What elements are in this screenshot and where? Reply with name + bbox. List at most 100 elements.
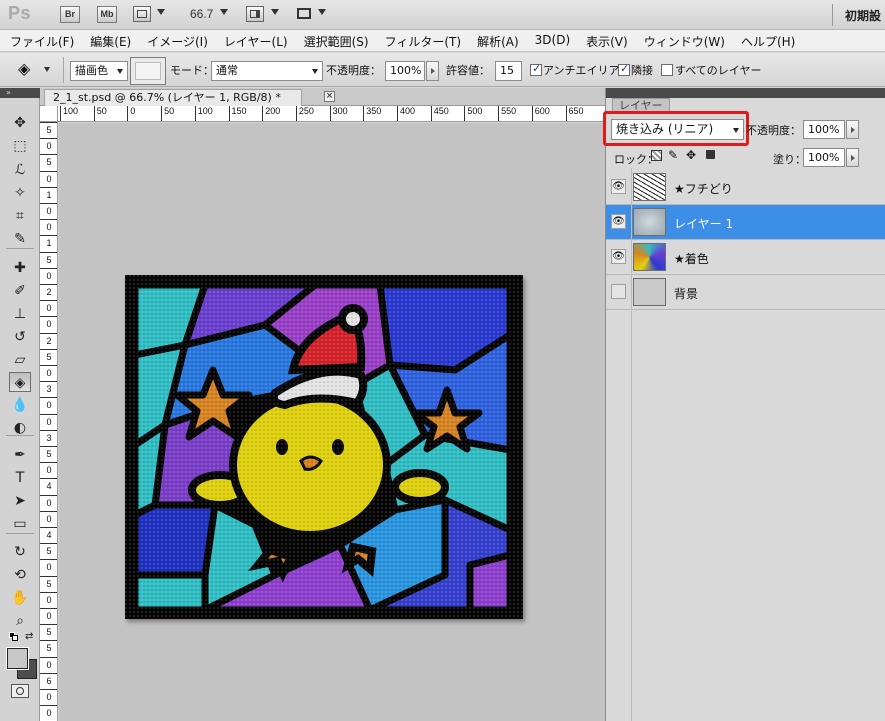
ruler-origin[interactable] [40,106,58,122]
foreground-color-swatch[interactable] [6,647,29,670]
layer-row-layer-1[interactable]: 👁 レイヤー 1 [606,205,885,240]
ruler-tick-label: 4 [40,478,57,494]
layer-opacity-input[interactable]: 100% [803,120,845,139]
swap-colors-icon[interactable]: ⇄ [25,631,33,642]
pattern-picker[interactable] [130,57,166,85]
type-tool[interactable]: T [9,468,31,488]
opacity-slider-toggle[interactable] [426,61,439,81]
antialias-checkbox[interactable] [530,62,542,76]
contiguous-checkbox[interactable] [618,62,630,76]
layer-thumbnail [633,208,666,236]
move-tool[interactable]: ✥ [9,113,31,133]
zoom-tool[interactable]: ⌕ [9,611,31,631]
lock-position-icon[interactable]: ✥ [686,148,696,162]
menu-select[interactable]: 選択範囲(S) [304,30,369,51]
all-layers-checkbox[interactable] [661,64,673,76]
blend-mode-highlight [603,111,749,146]
menu-file[interactable]: ファイル(F) [10,30,74,51]
lasso-tool[interactable]: ℒ [9,160,31,180]
eye-icon[interactable]: 👁 [611,249,626,264]
horizontal-ruler[interactable]: 100 50 0 50 100 150 200 250 300 350 400 450 500 550 60… [58,106,605,122]
fill-label: 塗り： [773,153,806,166]
workspace-switcher[interactable]: 初期設 [845,7,881,24]
pen-tool[interactable]: ✒ [9,445,31,465]
close-icon[interactable]: × [324,91,335,102]
3d-orbit-tool[interactable]: ⟲ [9,565,31,585]
screen-mode-dropdown-icon[interactable] [318,9,326,15]
3d-rotate-tool[interactable]: ↻ [9,542,31,562]
ruler-tick-label: 0 [40,413,57,430]
view-extras-button[interactable] [133,6,151,22]
quick-mask-button[interactable] [11,684,29,698]
paint-bucket-tool[interactable]: ◈ [9,372,31,392]
eyedropper-tool[interactable]: ✎ [9,229,31,249]
hand-tool[interactable]: ✋ [9,588,31,608]
fill-input[interactable]: 100% [803,148,845,167]
marquee-tool[interactable]: ⬚ [9,136,31,156]
fill-slider-toggle[interactable] [846,148,859,167]
menu-image[interactable]: イメージ(I) [147,30,208,51]
screen-mode-icon [297,8,311,19]
layer-name: ★フチどり [674,182,733,196]
lock-transparency-icon[interactable] [651,150,662,161]
tool-preset-picker[interactable]: ◈ [16,59,56,81]
mode-select[interactable]: 通常 [211,61,323,81]
menu-view[interactable]: 表示(V) [586,30,628,51]
menu-3d[interactable]: 3D(D) [535,30,570,51]
brush-tool[interactable]: ✐ [9,281,31,301]
eraser-tool[interactable]: ▱ [9,350,31,370]
ruler-tick-label: 500 [464,106,482,121]
shape-tool[interactable]: ▭ [9,514,31,534]
ruler-tick-label: 5 [40,154,57,170]
document-tab[interactable]: 2_1_st.psd @ 66.7% (レイヤー 1, RGB/8) * [44,89,302,106]
eye-icon[interactable]: 👁 [611,214,626,229]
history-brush-tool[interactable]: ↺ [9,327,31,347]
arrange-documents-button[interactable] [246,6,264,22]
grid-icon [137,10,147,18]
photoshop-logo: Ps [8,3,32,23]
default-colors-icon[interactable] [9,632,19,642]
lock-pixels-icon[interactable]: ✎ [668,148,678,162]
menu-analysis[interactable]: 解析(A) [477,30,519,51]
menu-edit[interactable]: 編集(E) [90,30,131,51]
opacity-input[interactable]: 100% [385,61,425,81]
panel-grip[interactable] [606,88,885,98]
crop-tool[interactable]: ⌗ [9,206,31,226]
tolerance-input[interactable]: 15 [495,61,522,81]
clone-stamp-tool[interactable]: ⊥ [9,304,31,324]
quick-mask-icon [16,687,24,695]
tools-panel-grip[interactable]: » [0,88,40,98]
lock-all-icon[interactable] [706,150,715,159]
layer-row-background[interactable]: 背景 [606,275,885,310]
eye-icon[interactable]: 👁 [611,179,626,194]
artwork-canvas[interactable] [125,275,523,619]
menu-layer[interactable]: レイヤー(L) [224,30,288,51]
ruler-tick-label: 5 [40,348,57,365]
healing-brush-tool[interactable]: ✚ [9,258,31,278]
layer-row-coloring[interactable]: 👁 ★着色 [606,240,885,275]
menu-help[interactable]: ヘルプ(H) [741,30,795,51]
path-select-tool[interactable]: ➤ [9,491,31,511]
layer-opacity-slider-toggle[interactable] [846,120,859,139]
ruler-tick-label: 0 [127,106,135,121]
vertical-ruler[interactable]: 5050100150200250300350400450500550600 [40,122,58,721]
zoom-level[interactable]: 66.7 [190,7,213,21]
quick-select-tool[interactable]: ✧ [9,183,31,203]
ruler-tick-label: 100 [60,106,78,121]
chevron-down-icon[interactable] [157,9,165,15]
ruler-tick-label: 5 [40,251,57,268]
zoom-dropdown-icon[interactable] [220,9,228,15]
menu-window[interactable]: ウィンドウ(W) [644,30,725,51]
screen-mode-button[interactable] [295,6,313,22]
visibility-toggle[interactable] [611,284,626,299]
mini-bridge-button[interactable]: Mb [97,6,117,23]
options-divider [63,57,64,83]
menu-filter[interactable]: フィルター(T) [385,30,461,51]
ruler-tick-label: 0 [40,138,57,154]
ruler-tick-label: 450 [430,106,449,121]
blur-tool[interactable]: 💧 [9,395,31,415]
bridge-button[interactable]: Br [60,6,80,23]
layer-row-outline[interactable]: 👁 ★フチどり [606,170,885,205]
fill-source-select[interactable]: 描画色 [70,61,128,81]
arrange-dropdown-icon[interactable] [271,9,279,15]
